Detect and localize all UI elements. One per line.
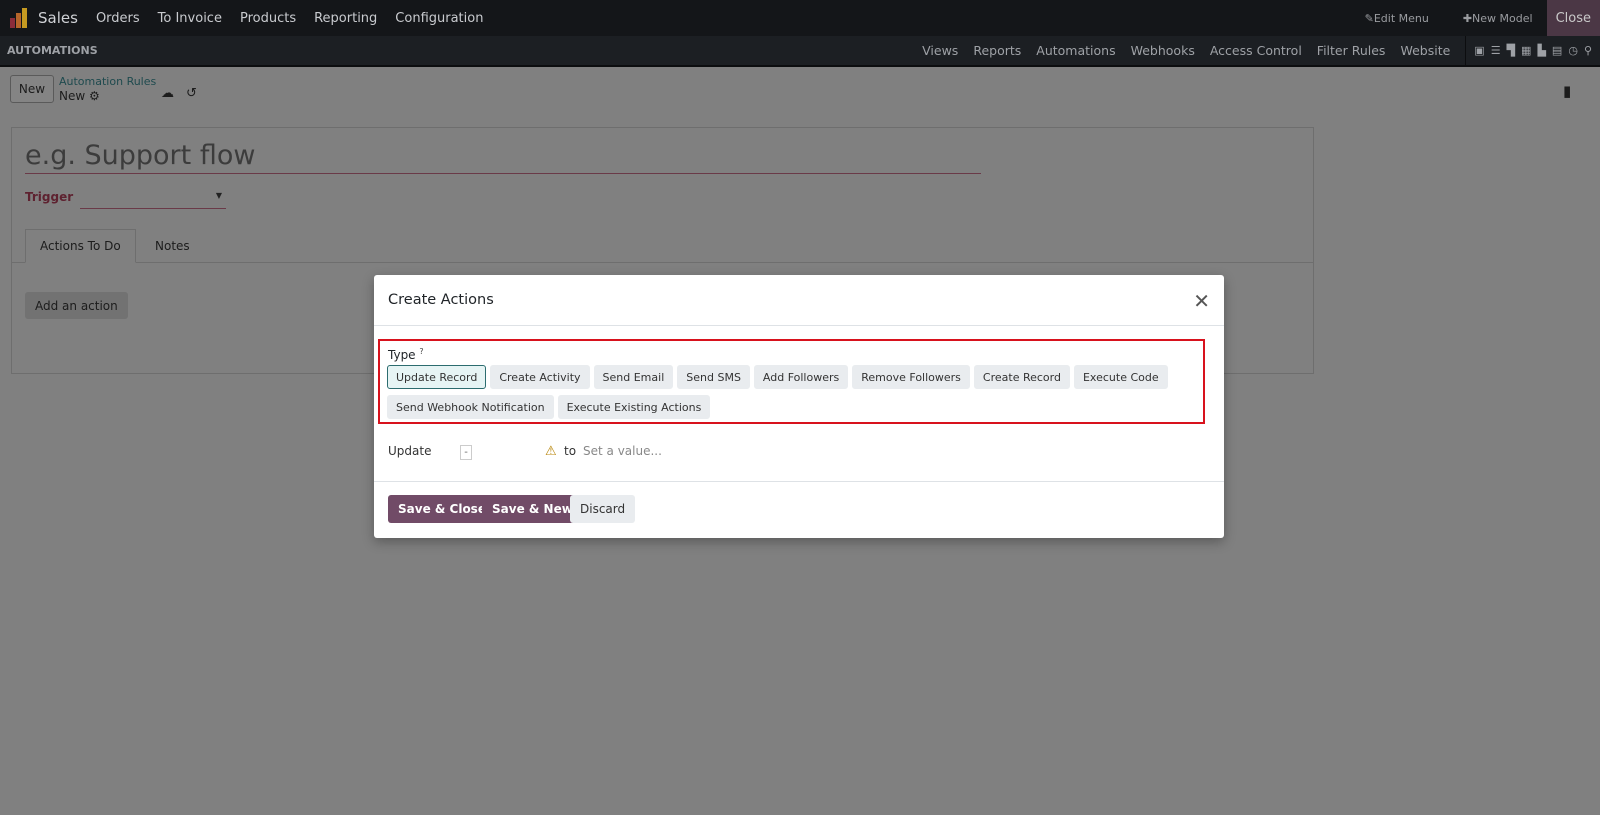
type-option-execute-code[interactable]: Execute Code [1073,365,1168,389]
notebook-tabs: Actions To Do Notes [11,229,1313,263]
activity-view-icon[interactable]: ◷ [1568,44,1578,57]
discard-changes-icon[interactable]: ↺ [186,86,197,101]
type-label-text: Type [388,348,416,362]
update-label: Update [388,444,432,458]
link-views[interactable]: Views [922,43,958,58]
kanban-view-icon[interactable]: ▜ [1507,44,1515,57]
breadcrumb-current-label: New [59,89,86,103]
type-label: Type ? [388,347,424,362]
graph-view-icon[interactable]: ▙ [1537,44,1545,57]
save-new-button[interactable]: Save & New [482,495,583,523]
add-action-button[interactable]: Add an action [25,292,128,319]
update-field-select[interactable]: - [460,445,472,460]
type-option-send-email[interactable]: Send Email [593,365,674,389]
link-automations[interactable]: Automations [1036,43,1115,58]
type-option-add-followers[interactable]: Add Followers [753,365,849,389]
link-filter-rules[interactable]: Filter Rules [1317,43,1386,58]
warning-icon: ⚠ [545,444,557,459]
menu-to-invoice[interactable]: To Invoice [158,11,222,26]
menu-orders[interactable]: Orders [96,11,140,26]
create-actions-dialog: Create Actions ✕ Type ? Update Record Cr… [374,275,1224,538]
discard-button[interactable]: Discard [570,495,636,523]
cloud-save-icon[interactable]: ☁ [161,86,174,101]
search-view-icon[interactable]: ⚲ [1584,44,1592,57]
top-navbar: Sales Orders To Invoice Products Reporti… [0,0,1600,36]
type-radio-group: Update Record Create Activity Send Email… [387,365,1207,419]
link-website[interactable]: Website [1400,43,1450,58]
list-view-icon[interactable]: ☰ [1491,44,1501,57]
type-option-update-record[interactable]: Update Record [387,365,487,389]
menu-reporting[interactable]: Reporting [314,11,377,26]
new-button[interactable]: New [10,75,54,103]
bookmark-icon[interactable]: ▮ [1563,82,1571,100]
dialog-title: Create Actions [374,275,1224,326]
menu-configuration[interactable]: Configuration [395,11,483,26]
link-webhooks[interactable]: Webhooks [1131,43,1195,58]
pencil-icon: ✎ [1364,11,1374,25]
form-view-icon[interactable]: ▣ [1474,44,1484,57]
rule-name-input[interactable]: e.g. Support flow [25,140,981,174]
type-option-send-webhook[interactable]: Send Webhook Notification [387,395,554,419]
new-model-label: New Model [1472,11,1533,25]
edit-menu-button[interactable]: ✎Edit Menu [1365,12,1429,25]
type-option-execute-existing[interactable]: Execute Existing Actions [557,395,711,419]
sales-app-logo-icon[interactable] [10,8,30,28]
link-reports[interactable]: Reports [973,43,1021,58]
tab-actions-to-do[interactable]: Actions To Do [25,229,136,263]
close-icon[interactable]: ✕ [1193,291,1210,311]
edit-menu-label: Edit Menu [1373,11,1429,25]
close-button[interactable]: Close [1546,0,1600,36]
calendar-view-icon[interactable]: ▦ [1521,44,1531,57]
menu-products[interactable]: Products [240,11,296,26]
pivot-view-icon[interactable]: ▤ [1552,44,1562,57]
caret-down-icon: ▼ [215,191,222,200]
plus-icon: ✚ [1462,11,1473,25]
dialog-footer: Save & Close Save & New Discard [374,481,1224,538]
type-option-create-activity[interactable]: Create Activity [490,365,590,389]
type-option-remove-followers[interactable]: Remove Followers [852,365,970,389]
app-name[interactable]: Sales [38,9,78,27]
new-model-button[interactable]: ✚New Model [1463,12,1533,25]
to-label: to [564,444,577,458]
breadcrumb-current: New ⚙ [59,89,100,103]
value-input[interactable]: Set a value... [583,444,662,458]
help-tooltip-icon[interactable]: ? [419,347,423,356]
type-option-send-sms[interactable]: Send SMS [677,365,750,389]
breadcrumb-automation-rules[interactable]: Automation Rules [59,75,156,88]
trigger-label: Trigger [25,190,74,204]
studio-subbar: AUTOMATIONS Views Reports Automations We… [0,36,1600,67]
trigger-select[interactable]: ▼ [80,189,226,209]
gear-icon[interactable]: ⚙ [89,89,100,103]
tab-notes[interactable]: Notes [141,229,204,263]
type-option-create-record[interactable]: Create Record [973,365,1070,389]
save-close-button[interactable]: Save & Close [388,495,496,523]
link-access-control[interactable]: Access Control [1210,43,1302,58]
section-title: AUTOMATIONS [7,44,98,57]
